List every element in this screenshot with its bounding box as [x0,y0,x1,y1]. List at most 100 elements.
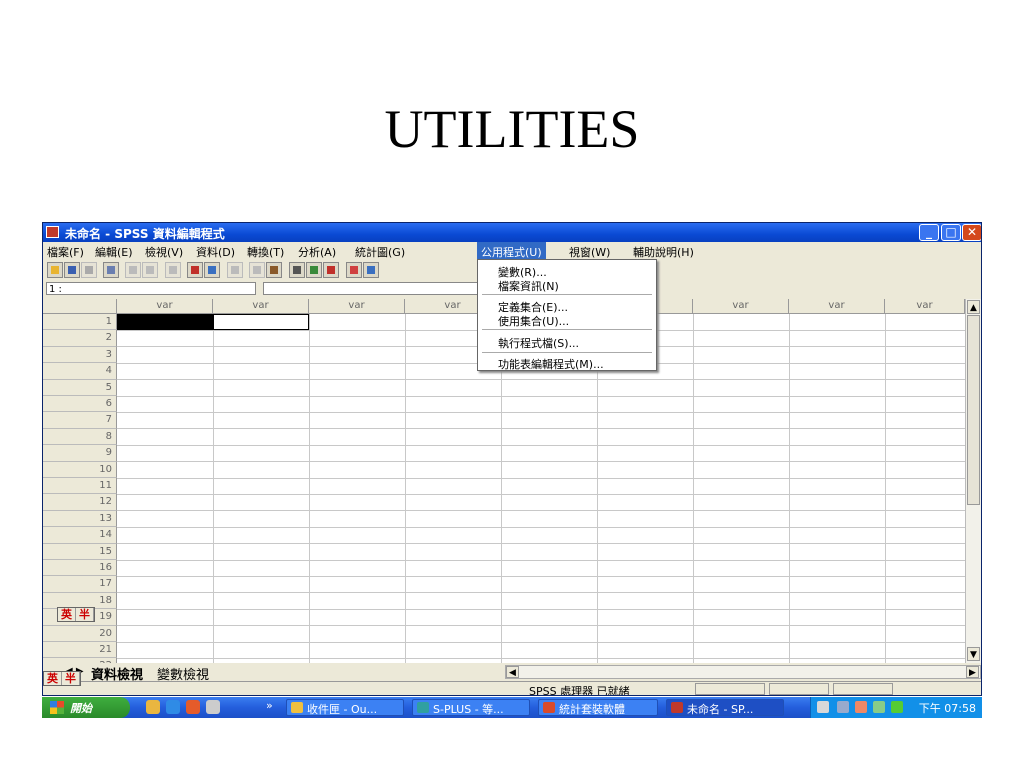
quicklaunch-icon[interactable] [146,700,160,714]
dialog-recall-icon[interactable] [103,262,119,278]
spss-data-editor-window: 未命名 - SPSS 資料編輯程式 _ □ ✕ 檔案(F) 編輯(E) 檢視(V… [42,222,982,696]
ime-tray-icon[interactable] [817,701,829,713]
row-header[interactable]: 3 [43,346,117,364]
quicklaunch-icon[interactable] [206,700,220,714]
task-button[interactable]: 統計套裝軟體 [538,699,658,716]
selected-cell[interactable] [117,314,213,330]
row-header[interactable]: 12 [43,494,117,511]
tray-icon[interactable] [855,701,867,713]
weight-cases-icon[interactable] [306,262,322,278]
active-cell[interactable] [213,314,309,330]
tray-icon[interactable] [891,701,903,713]
undo-icon[interactable] [125,262,141,278]
row-header[interactable]: 13 [43,510,117,528]
scroll-up-arrow-icon[interactable]: ▲ [967,300,980,314]
ime-english-toggle[interactable]: 英 [44,672,62,685]
tray-icon[interactable] [837,701,849,713]
menu-transform[interactable]: 轉換(T) [247,244,284,260]
menu-utilities[interactable]: 公用程式(U) [477,242,546,259]
scroll-left-arrow-icon[interactable]: ◀ [506,666,519,678]
grid-row-line [117,428,965,430]
row-header[interactable]: 6 [43,396,117,413]
variables-icon[interactable] [204,262,220,278]
goto-chart-icon[interactable] [165,262,181,278]
row-header[interactable]: 20 [43,625,117,642]
row-header[interactable]: 14 [43,527,117,544]
column-header[interactable]: var [117,299,213,314]
row-header[interactable]: 5 [43,379,117,396]
splus-icon [417,702,429,713]
ime-halfwidth-toggle[interactable]: 半 [76,608,94,621]
column-header[interactable]: var [309,299,405,314]
menu-item-run-script[interactable]: 執行程式檔(S)... [498,335,579,351]
select-cases-icon[interactable] [323,262,339,278]
menu-help[interactable]: 輔助說明(H) [633,244,694,260]
quicklaunch-overflow-icon[interactable]: » [266,699,273,712]
cell-reference: 1 : [46,282,256,295]
insert-variable-icon[interactable] [266,262,282,278]
row-header[interactable]: 8 [43,428,117,446]
value-labels-icon[interactable] [346,262,362,278]
menu-item-use-sets[interactable]: 使用集合(U)... [498,313,569,329]
close-button[interactable]: ✕ [962,224,981,241]
menu-edit[interactable]: 編輯(E) [95,244,133,260]
menu-graphs[interactable]: 統計圖(G) [355,244,405,260]
scroll-right-arrow-icon[interactable]: ▶ [966,666,979,678]
row-header[interactable]: 16 [43,560,117,577]
row-header[interactable]: 4 [43,363,117,380]
open-icon[interactable] [47,262,63,278]
menu-view[interactable]: 檢視(V) [145,244,183,260]
menu-item-file-info[interactable]: 檔案資訊(N) [498,278,559,294]
redo-icon[interactable] [142,262,158,278]
column-header[interactable]: var [213,299,309,314]
ime-toolbar[interactable]: 英半 [43,671,81,686]
row-header[interactable]: 21 [43,642,117,659]
horizontal-scrollbar[interactable]: ◀ ▶ [505,665,981,679]
column-header[interactable]: var [789,299,885,314]
row-header[interactable]: 11 [43,478,117,495]
ie-icon[interactable] [166,700,180,714]
split-file-icon[interactable] [289,262,305,278]
menu-file[interactable]: 檔案(F) [47,244,84,260]
spss-icon [671,702,683,713]
menu-item-menu-editor[interactable]: 功能表編輯程式(M)... [498,356,604,372]
title-bar[interactable]: 未命名 - SPSS 資料編輯程式 _ □ ✕ [43,223,981,242]
grid-corner[interactable] [43,299,117,314]
taskbar: 開始 » 收件匣 - Ou... S-PLUS - 等... 統計套裝軟體 未命… [42,697,982,718]
column-header[interactable]: var [885,299,965,314]
menu-analyze[interactable]: 分析(A) [298,244,336,260]
ime-toolbar[interactable]: 英半 [57,607,95,622]
use-sets-icon[interactable] [363,262,379,278]
goto-case-icon[interactable] [187,262,203,278]
grid-row-line [117,608,965,610]
insert-case-icon[interactable] [249,262,265,278]
row-header[interactable]: 1 [43,314,117,331]
task-button[interactable]: 未命名 - SP... [666,699,784,716]
scroll-down-arrow-icon[interactable]: ▼ [967,647,980,661]
find-icon[interactable] [227,262,243,278]
ime-english-toggle[interactable]: 英 [58,608,76,621]
minimize-button[interactable]: _ [919,224,939,241]
row-header[interactable]: 10 [43,461,117,478]
ime-halfwidth-toggle[interactable]: 半 [62,672,80,685]
task-button[interactable]: S-PLUS - 等... [412,699,530,716]
cell-value-input[interactable] [263,282,503,295]
network-icon[interactable] [873,701,885,713]
maximize-button[interactable]: □ [941,224,961,241]
task-button[interactable]: 收件匣 - Ou... [286,699,404,716]
save-icon[interactable] [64,262,80,278]
row-header[interactable]: 17 [43,576,117,593]
row-header[interactable]: 15 [43,543,117,560]
print-icon[interactable] [81,262,97,278]
quicklaunch-icon[interactable] [186,700,200,714]
start-button[interactable]: 開始 [42,697,130,718]
menu-window[interactable]: 視窗(W) [569,244,610,260]
row-header[interactable]: 7 [43,412,117,429]
row-header[interactable]: 9 [43,445,117,462]
menu-data[interactable]: 資料(D) [196,244,235,260]
column-header[interactable]: var [693,299,789,314]
vertical-scroll-thumb[interactable] [967,315,980,505]
vertical-scrollbar[interactable]: ▲ ▼ [965,299,981,663]
spss-app-icon[interactable] [46,226,59,238]
row-header[interactable]: 2 [43,330,117,347]
